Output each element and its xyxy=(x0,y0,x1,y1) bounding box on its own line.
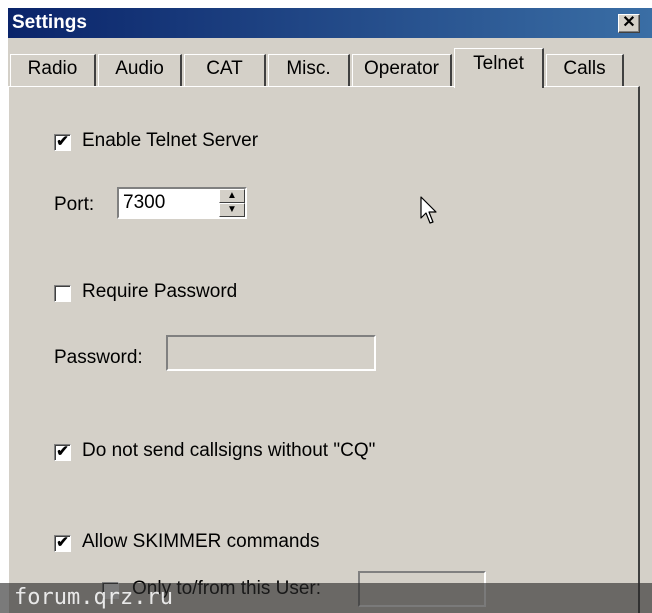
arrow-down-icon: ▼ xyxy=(227,204,237,215)
close-button[interactable]: ✕ xyxy=(618,14,640,33)
tab-strip: Radio Audio CAT Misc. Operator Telnet Ca… xyxy=(8,40,652,90)
no-callsigns-checkbox[interactable]: ✔ xyxy=(54,444,71,461)
checkmark-icon: ✔ xyxy=(56,133,69,150)
password-field[interactable] xyxy=(166,335,376,371)
close-icon: ✕ xyxy=(622,14,636,31)
require-password-label: Require Password xyxy=(82,281,238,302)
arrow-up-icon: ▲ xyxy=(227,190,237,201)
port-spin-buttons: ▲ ▼ xyxy=(219,189,245,217)
title-bar[interactable]: Settings ✕ xyxy=(8,8,652,38)
enable-telnet-label: Enable Telnet Server xyxy=(82,130,259,151)
allow-skimmer-checkbox[interactable]: ✔ xyxy=(54,535,71,552)
tab-cat[interactable]: CAT xyxy=(184,54,266,86)
tab-radio[interactable]: Radio xyxy=(10,54,96,86)
window-title: Settings xyxy=(12,12,87,33)
watermark-text: forum.qrz.ru xyxy=(14,585,173,610)
port-spinner[interactable]: 7300 ▲ ▼ xyxy=(117,187,247,219)
spin-up-button[interactable]: ▲ xyxy=(219,189,245,203)
mouse-cursor-icon xyxy=(420,196,437,224)
allow-skimmer-label: Allow SKIMMER commands xyxy=(82,531,320,552)
tab-calls[interactable]: Calls xyxy=(546,54,624,86)
tab-telnet[interactable]: Telnet xyxy=(454,48,544,88)
tab-misc[interactable]: Misc. xyxy=(268,54,350,86)
port-label: Port: xyxy=(54,194,95,215)
password-label: Password: xyxy=(54,347,143,368)
no-callsigns-label: Do not send callsigns without "CQ" xyxy=(82,440,376,461)
watermark-bar: forum.qrz.ru xyxy=(0,583,652,613)
port-value: 7300 xyxy=(123,192,166,213)
checkmark-icon: ✔ xyxy=(56,443,69,460)
require-password-checkbox[interactable] xyxy=(54,285,71,302)
tab-operator[interactable]: Operator xyxy=(352,54,452,86)
spin-down-button[interactable]: ▼ xyxy=(219,203,245,217)
settings-window: Settings ✕ Radio Audio CAT Misc. Operato… xyxy=(8,8,652,613)
checkmark-icon: ✔ xyxy=(56,534,69,551)
enable-telnet-checkbox[interactable]: ✔ xyxy=(54,134,71,151)
tab-audio[interactable]: Audio xyxy=(98,54,182,86)
